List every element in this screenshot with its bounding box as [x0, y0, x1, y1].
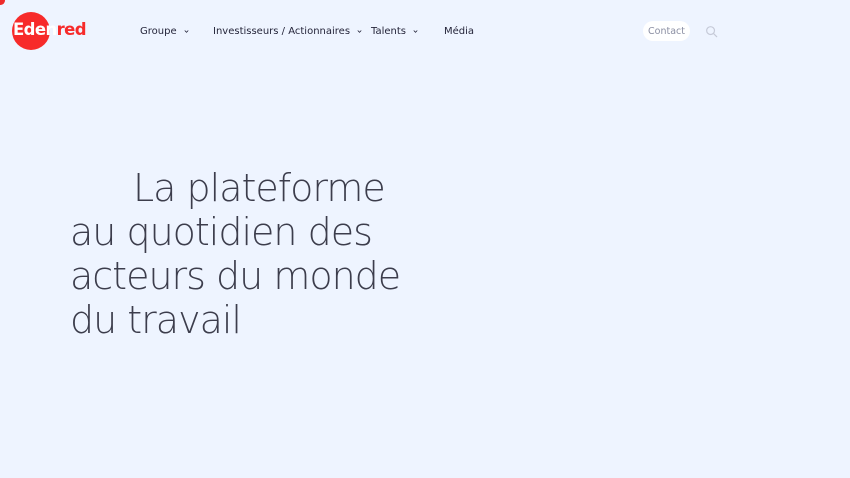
logo-wordmark: Edenred — [13, 20, 87, 40]
nav-item-media[interactable]: Média — [444, 22, 474, 40]
chevron-down-icon — [357, 29, 362, 33]
logo-text-part2: red — [56, 20, 87, 39]
nav-item-label: Talents — [371, 25, 406, 37]
nav-item-groupe[interactable]: Groupe — [140, 22, 189, 40]
hero-line-4: du travail — [70, 298, 242, 342]
search-icon[interactable] — [705, 25, 718, 38]
hero-line-3: acteurs du monde — [70, 254, 401, 298]
nav-item-label: Média — [444, 25, 475, 37]
chevron-down-icon — [184, 29, 189, 33]
nav-item-investisseurs[interactable]: Investisseurs / Actionnaires — [213, 22, 362, 40]
logo-text-part1: Eden — [13, 20, 57, 39]
edenred-logo[interactable]: Edenred — [12, 12, 87, 50]
hero-headline: La plateforme au quotidien des acteurs d… — [70, 166, 450, 342]
nav-item-label: Investisseurs / Actionnaires — [213, 25, 351, 37]
chevron-down-icon — [413, 29, 418, 33]
hero-line-1: La plateforme — [133, 166, 386, 210]
nav-item-label: Groupe — [140, 25, 177, 37]
contact-button[interactable]: Contact — [643, 21, 690, 41]
contact-button-label: Contact — [648, 25, 685, 37]
hero-line-2: au quotidien des — [70, 210, 373, 254]
nav-item-talents[interactable]: Talents — [371, 22, 418, 40]
site-header: Edenred Groupe Investisseurs / Actionnai… — [0, 0, 850, 62]
